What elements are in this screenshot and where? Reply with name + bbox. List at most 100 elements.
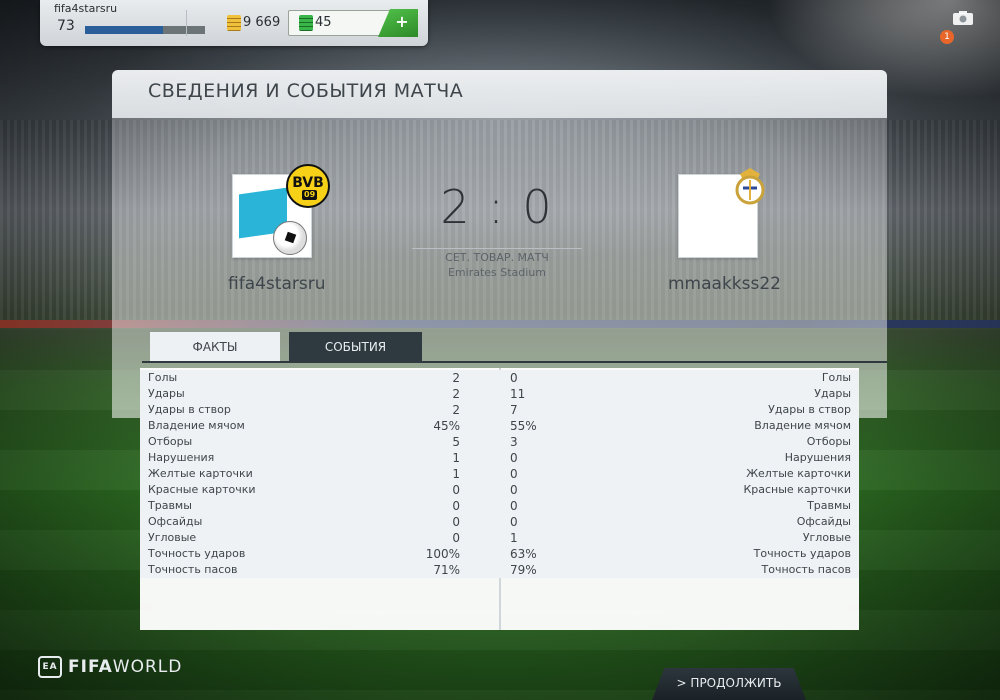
stat-value-home: 0 [452,499,460,513]
stat-value-home: 5 [452,435,460,449]
tab-underline [142,361,887,363]
stat-label-away: Удары в створ [768,403,851,416]
stat-label-home: Нарушения [148,451,215,464]
stats-row: Отборы 5 3 Отборы [140,434,859,450]
stat-label-home: Красные карточки [148,483,256,496]
match-score: 2 : 0 [440,180,554,234]
points-icon [299,15,313,31]
stat-value-home: 100% [425,547,460,561]
stat-value-home: 0 [452,483,460,497]
stat-label-away: Угловые [802,531,851,544]
coins-value: 9 669 [243,15,281,30]
stat-value-away: 79% [510,563,537,577]
stat-value-away: 55% [510,419,537,433]
points-value: 45 [315,15,332,30]
stats-row-background [140,370,859,386]
stats-row-background [140,402,859,418]
stats-row: Офсайды 0 0 Офсайды [140,514,859,530]
stat-label-home: Удары в створ [148,403,231,416]
coins-display: 9 669 [186,10,296,36]
stat-label-away: Отборы [806,435,851,448]
stat-label-home: Владение мячом [148,419,245,432]
stat-value-home: 2 [452,371,460,385]
stats-row-background [140,546,859,562]
stat-value-away: 0 [510,371,518,385]
stat-value-away: 0 [510,483,518,497]
stats-row-background [140,514,859,530]
stat-value-away: 11 [510,387,526,401]
stat-label-away: Офсайды [796,515,851,528]
stat-label-away: Владение мячом [754,419,851,432]
notification-badge[interactable]: 1 [940,30,954,44]
stat-label-home: Угловые [148,531,197,544]
stat-label-away: Точность ударов [753,547,851,560]
stats-row: Голы 2 0 Голы [140,370,859,386]
stat-label-home: Голы [148,371,178,384]
tab-facts[interactable]: ФАКТЫ [150,332,280,362]
stat-label-away: Нарушения [784,451,851,464]
xp-progress-fill [85,26,163,34]
stats-row: Угловые 0 1 Угловые [140,530,859,546]
logo-fifa-text: FIFA [68,657,113,677]
stat-label-home: Желтые карточки [148,467,253,480]
stats-row-background [140,562,859,578]
home-team-name: fifa4starsru [228,274,326,294]
profile-bar: fifa4starsru 73 9 669 45 + [40,0,428,46]
stat-value-home: 0 [452,531,460,545]
stat-value-away: 7 [510,403,518,417]
stat-value-away: 0 [510,499,518,513]
level-number: 73 [57,18,75,34]
stats-row: Красные карточки 0 0 Красные карточки [140,482,859,498]
coins-icon [227,15,241,31]
stat-value-home: 1 [452,451,460,465]
football-icon [273,221,307,255]
stat-value-away: 0 [510,515,518,529]
stats-row: Травмы 0 0 Травмы [140,498,859,514]
fifa-world-logo: EA FIFAWORLD [38,656,182,680]
stat-value-away: 3 [510,435,518,449]
stat-value-home: 2 [452,403,460,417]
logo-world-text: WORLD [112,657,183,677]
stat-value-away: 63% [510,547,537,561]
stadium-name: Emirates Stadium [447,266,547,279]
stat-value-away: 1 [510,531,518,545]
match-type: СЕТ. ТОВАР. МАТЧ [412,248,582,264]
stat-label-away: Травмы [807,499,851,512]
stats-row: Удары 2 11 Удары [140,386,859,402]
stat-value-home: 2 [452,387,460,401]
username: fifa4starsru [54,2,118,15]
continue-button[interactable]: > ПРОДОЛЖИТЬ [652,668,806,700]
stats-row-background [140,418,859,434]
bvb-badge-year: 09 [302,190,318,200]
stat-label-home: Точность ударов [148,547,246,560]
tab-events[interactable]: СОБЫТИЯ [289,332,422,362]
stat-label-home: Точность пасов [148,563,238,576]
stat-label-home: Удары [148,387,185,400]
stat-value-home: 71% [433,563,460,577]
stat-value-home: 0 [452,515,460,529]
bvb-badge-icon: 09 BVB [286,164,330,208]
stat-value-away: 0 [510,467,518,481]
panel-header: СВЕДЕНИЯ И СОБЫТИЯ МАТЧА [112,70,887,118]
stats-row: Удары в створ 2 7 Удары в створ [140,402,859,418]
stats-row: Владение мячом 45% 55% Владение мячом [140,418,859,434]
stat-label-home: Офсайды [148,515,203,528]
stat-value-home: 45% [433,419,460,433]
camera-icon[interactable] [952,10,974,26]
stats-row: Желтые карточки 1 0 Желтые карточки [140,466,859,482]
stats-row-background [140,434,859,450]
stat-label-away: Желтые карточки [746,467,851,480]
stat-label-home: Отборы [148,435,193,448]
stats-row: Нарушения 1 0 Нарушения [140,450,859,466]
stat-label-home: Травмы [148,499,192,512]
fifa-points-display[interactable]: 45 [288,10,394,36]
stats-row-background [140,450,859,466]
real-madrid-badge-icon [735,168,765,205]
stats-row-background [140,530,859,546]
away-team-name: mmaakkss22 [668,274,781,294]
stat-label-away: Точность пасов [761,563,852,576]
stat-value-home: 1 [452,467,460,481]
stat-label-away: Удары [814,387,851,400]
stats-row: Точность пасов 71% 79% Точность пасов [140,562,859,578]
stats-row: Точность ударов 100% 63% Точность ударов [140,546,859,562]
